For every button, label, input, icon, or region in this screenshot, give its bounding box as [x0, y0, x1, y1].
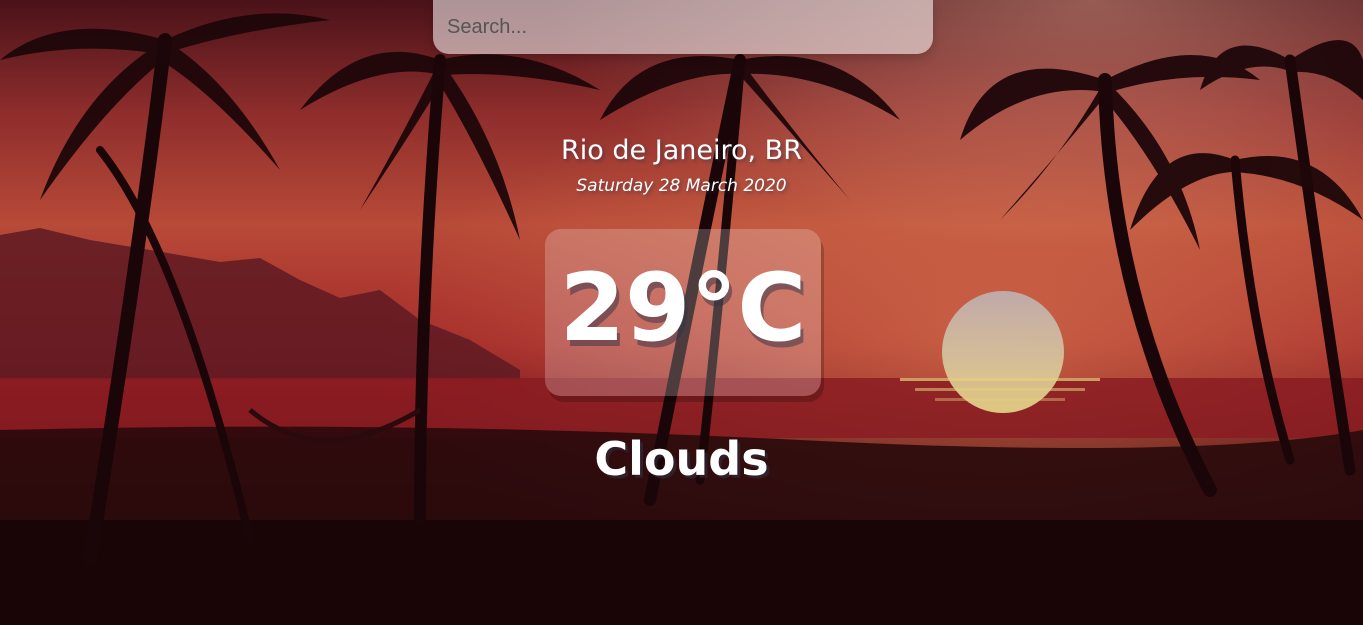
- search-input[interactable]: [433, 0, 933, 54]
- temperature-box: 29°C: [545, 229, 821, 396]
- current-date: Saturday 28 March 2020: [576, 176, 787, 196]
- weather-condition: Clouds: [594, 432, 769, 486]
- weather-app: Rio de Janeiro, BR Saturday 28 March 202…: [0, 0, 1363, 625]
- temperature-value: 29°C: [559, 254, 807, 363]
- location-title: Rio de Janeiro, BR: [561, 135, 802, 166]
- search-box: [433, 0, 933, 54]
